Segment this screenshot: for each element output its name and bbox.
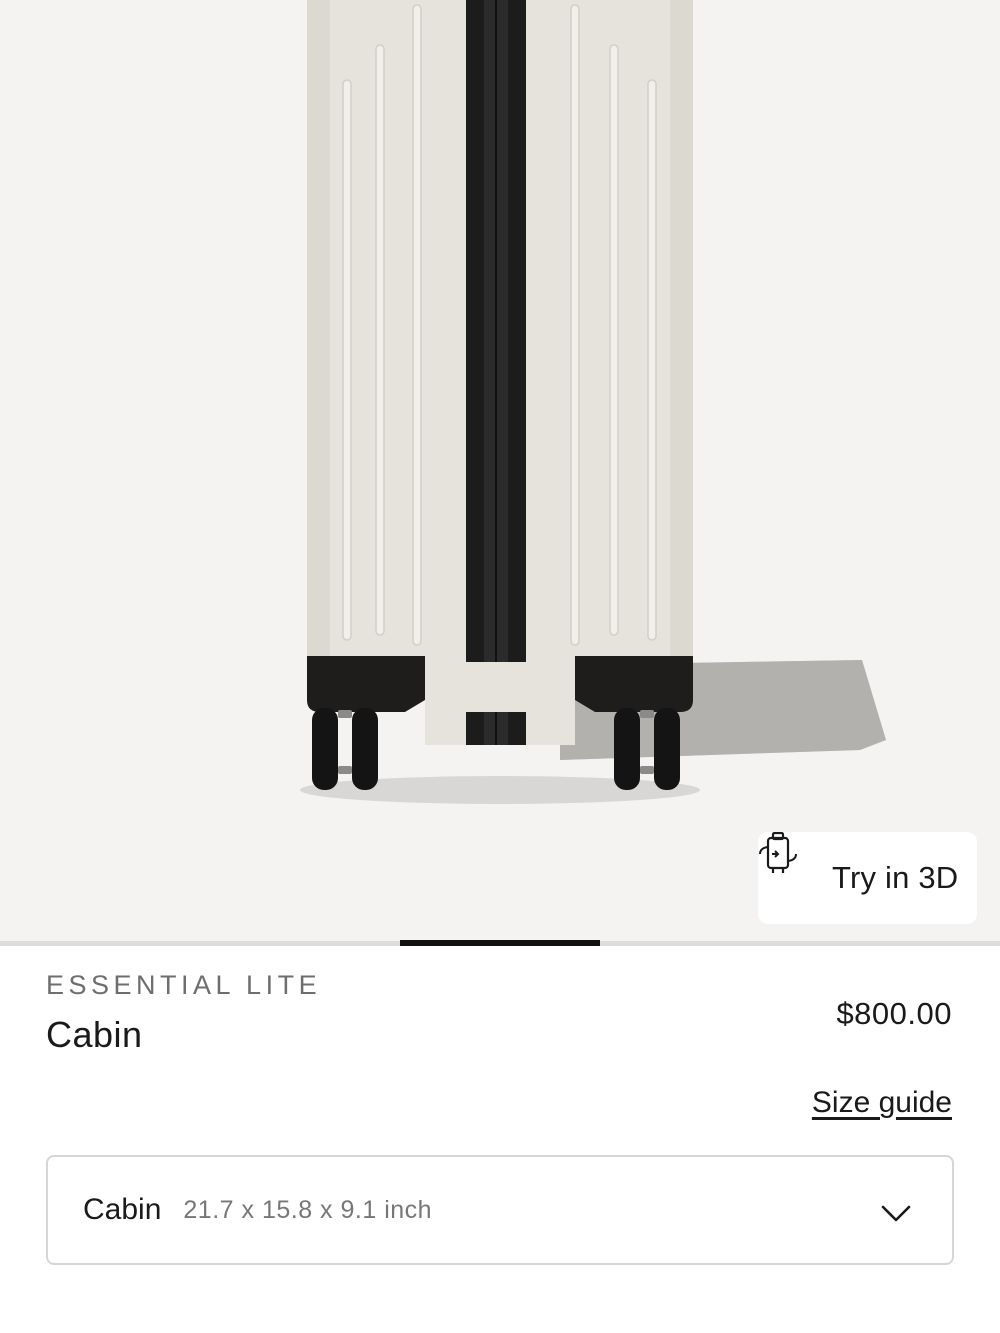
selected-size-dimensions: 21.7 x 15.8 x 9.1 inch xyxy=(183,1195,433,1224)
collection-name: ESSENTIAL LITE xyxy=(46,970,322,1000)
suitcase-3d-icon xyxy=(759,832,818,900)
selected-size-name: Cabin xyxy=(83,1193,162,1226)
size-select[interactable]: Cabin 21.7 x 15.8 x 9.1 inch xyxy=(46,1155,954,1265)
carousel-indicator xyxy=(400,940,600,946)
chevron-down-icon xyxy=(880,1197,912,1229)
product-price: $800.00 xyxy=(836,996,952,1031)
try-in-3d-button[interactable]: Try in 3D xyxy=(758,832,977,924)
suitcase-image xyxy=(300,0,886,804)
try-in-3d-label: Try in 3D xyxy=(832,860,959,895)
size-guide-link[interactable]: Size guide xyxy=(812,1086,952,1120)
product-image[interactable]: Try in 3D xyxy=(0,0,1000,942)
product-title: Cabin xyxy=(46,1014,143,1055)
